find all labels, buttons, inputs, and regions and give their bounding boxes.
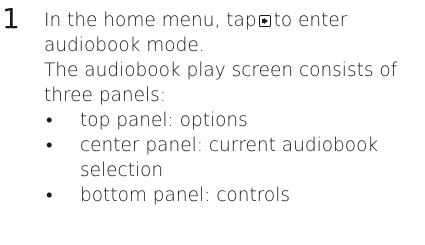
instruction-line: In the home menu, tap to enter [44,8,419,33]
panel-description: bottom panel: controls [80,185,290,206]
instruction-text-end: to enter [273,10,348,31]
bullet: • [46,135,53,156]
step-body: In the home menu, tap to enter audiobook … [44,8,419,208]
audiobook-icon [258,15,271,27]
panel-list: • top panel: options • center panel: cur… [44,108,419,208]
list-item: • top panel: options [44,108,419,133]
bullet: • [46,185,53,206]
instruction-text-start: In the home menu, tap [44,10,257,31]
description-line: The audiobook play screen consists of [44,60,398,81]
list-item: • center panel: current audiobook select… [44,133,419,183]
description-line-continued: three panels: [44,85,167,106]
step-number: 1 [2,2,20,35]
instruction-line-continued: audiobook mode. [44,35,205,56]
panel-description: center panel: current audiobook [80,135,379,156]
panel-description-continued: selection [80,160,164,181]
list-item: • bottom panel: controls [44,183,419,208]
panel-description: top panel: options [80,110,248,131]
bullet: • [46,110,53,131]
